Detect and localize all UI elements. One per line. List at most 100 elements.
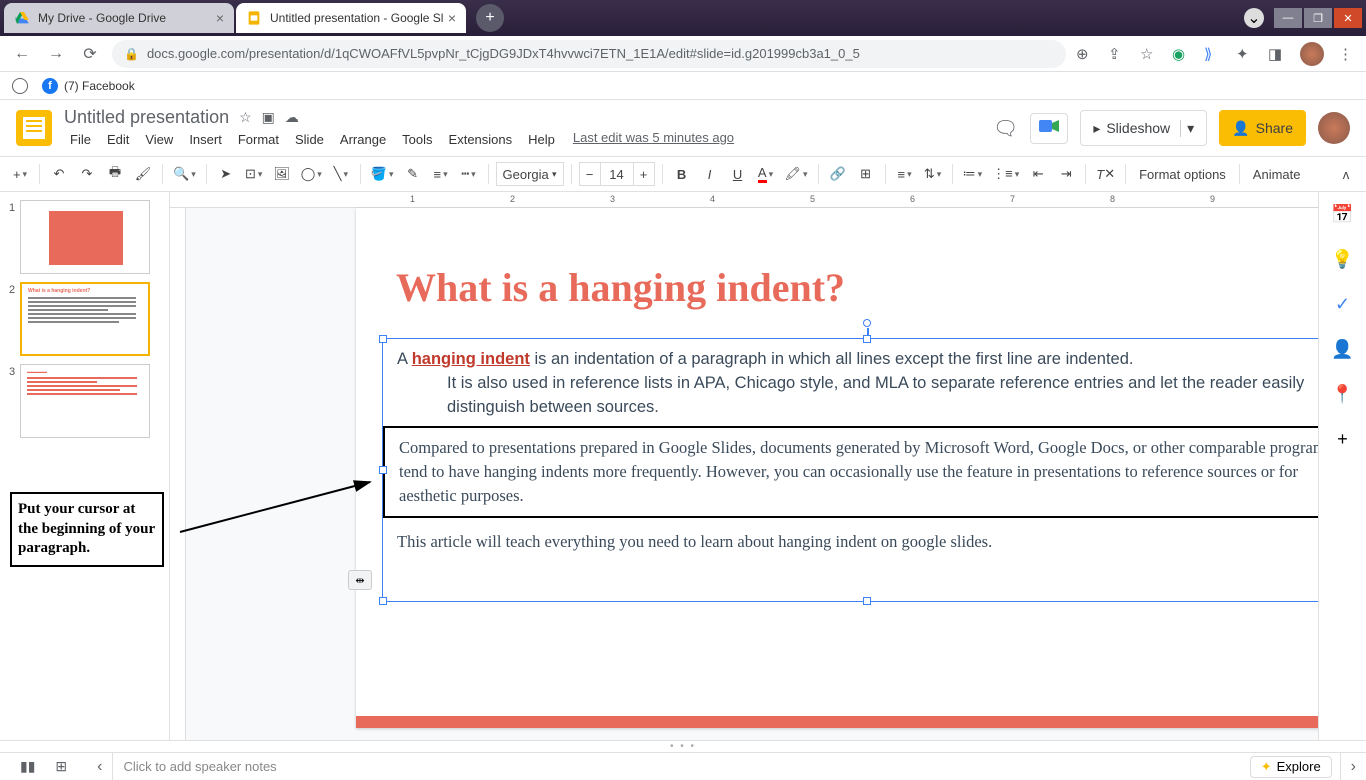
animate-button[interactable]: Animate (1247, 161, 1307, 187)
menu-tools[interactable]: Tools (396, 130, 438, 149)
slide-thumbnail-3[interactable]: ▬▬▬▬▬ (20, 364, 150, 438)
menu-insert[interactable]: Insert (183, 130, 228, 149)
highlight-button[interactable]: 🖍 (782, 161, 811, 187)
font-size-input[interactable]: 14 (601, 162, 633, 186)
undo-button[interactable]: ↶ (47, 161, 71, 187)
decrease-font-button[interactable]: − (579, 162, 601, 186)
slides-logo[interactable] (16, 110, 52, 146)
cast-icon[interactable]: ⟫ (1204, 45, 1222, 63)
font-family-select[interactable]: Georgia▾ (496, 162, 564, 186)
bookmark-facebook[interactable]: f(7) Facebook (42, 78, 135, 94)
collapse-panel-button[interactable]: ‹ (87, 753, 113, 780)
zoom-button[interactable]: 🔍 (170, 161, 199, 187)
extensions-icon[interactable]: ✦ (1236, 45, 1254, 63)
text-color-button[interactable]: A (754, 161, 778, 187)
meet-button[interactable] (1030, 113, 1068, 144)
close-icon[interactable]: × (216, 10, 224, 26)
collapse-toolbar-button[interactable]: ʌ (1334, 161, 1358, 187)
menu-help[interactable]: Help (522, 130, 561, 149)
resize-handle[interactable] (379, 335, 387, 343)
numbered-list-button[interactable]: ≔ (960, 161, 986, 187)
maps-icon[interactable]: 📍 (1331, 384, 1353, 405)
menu-view[interactable]: View (139, 130, 179, 149)
zoom-icon[interactable]: ⊕ (1076, 45, 1094, 63)
border-weight-button[interactable]: ≡ (429, 161, 453, 187)
grid-view-button[interactable]: ⊞ (55, 758, 67, 775)
underline-button[interactable]: U (726, 161, 750, 187)
last-edit-link[interactable]: Last edit was 5 minutes ago (573, 130, 734, 149)
star-doc-icon[interactable]: ☆ (239, 109, 252, 126)
menu-arrange[interactable]: Arrange (334, 130, 392, 149)
vertical-ruler[interactable] (170, 208, 186, 740)
reload-button[interactable]: ⟳ (78, 42, 102, 66)
increase-indent-button[interactable]: ⇥ (1054, 161, 1078, 187)
border-color-button[interactable]: ✎ (401, 161, 425, 187)
browser-tab-slides[interactable]: Untitled presentation - Google Sl × (236, 3, 466, 33)
extension-icon-1[interactable]: ◉ (1172, 45, 1190, 63)
address-bar[interactable]: 🔒 docs.google.com/presentation/d/1qCWOAF… (112, 40, 1066, 68)
filmstrip-view-button[interactable]: ▮▮ (20, 758, 35, 775)
insert-link-button[interactable]: 🔗 (826, 161, 850, 187)
menu-format[interactable]: Format (232, 130, 285, 149)
menu-edit[interactable]: Edit (101, 130, 135, 149)
select-tool[interactable]: ➤ (214, 161, 238, 187)
forward-button[interactable]: → (44, 42, 68, 66)
menu-file[interactable]: File (64, 130, 97, 149)
redo-button[interactable]: ↷ (75, 161, 99, 187)
slide-title[interactable]: What is a hanging indent? (396, 264, 845, 311)
window-close-button[interactable]: ✕ (1334, 8, 1362, 28)
horizontal-ruler[interactable]: 123456789 (170, 192, 1318, 208)
account-avatar[interactable] (1318, 112, 1350, 144)
insert-comment-button[interactable]: ⊞ (854, 161, 878, 187)
shape-tool[interactable]: ◯ (298, 161, 325, 187)
document-title[interactable]: Untitled presentation (64, 107, 229, 128)
paragraph-1[interactable]: A hanging indent is an indentation of a … (383, 339, 1318, 420)
slide-canvas[interactable]: What is a hanging indent? A hanging inde… (356, 208, 1318, 728)
chevron-down-icon[interactable]: ▾ (1180, 120, 1194, 137)
calendar-icon[interactable]: 📅 (1331, 204, 1353, 225)
bulleted-list-button[interactable]: ⋮≡ (989, 161, 1022, 187)
maximize-button[interactable]: ❐ (1304, 8, 1332, 28)
new-tab-button[interactable]: + (476, 4, 504, 32)
close-icon[interactable]: × (448, 10, 456, 26)
menu-extensions[interactable]: Extensions (443, 130, 519, 149)
decrease-indent-button[interactable]: ⇤ (1026, 161, 1050, 187)
resize-handle[interactable] (863, 597, 871, 605)
share-page-icon[interactable]: ⇪ (1108, 45, 1126, 63)
resize-handle[interactable] (379, 597, 387, 605)
border-dash-button[interactable]: ┅ (457, 161, 481, 187)
bookmark-blank[interactable] (12, 78, 28, 94)
line-tool[interactable]: ╲ (329, 161, 353, 187)
browser-tab-drive[interactable]: My Drive - Google Drive × (4, 3, 234, 33)
menu-icon[interactable]: ⋮ (1338, 45, 1356, 63)
account-chevron[interactable]: ⌄ (1244, 8, 1264, 28)
move-doc-icon[interactable]: ▣ (262, 109, 275, 126)
line-spacing-button[interactable]: ⇅ (921, 161, 945, 187)
back-button[interactable]: ← (10, 42, 34, 66)
format-options-button[interactable]: Format options (1133, 161, 1232, 187)
textbox-tool[interactable]: ⊡ (242, 161, 266, 187)
text-box-selected[interactable]: A hanging indent is an indentation of a … (382, 338, 1318, 602)
slide-thumbnail-1[interactable] (20, 200, 150, 274)
slideshow-button[interactable]: ▸Slideshow▾ (1080, 110, 1207, 146)
comments-button[interactable]: 🗨 (993, 116, 1018, 141)
notes-resize-grip[interactable]: • • • (0, 740, 1366, 752)
speaker-notes-input[interactable]: Click to add speaker notes (113, 759, 1249, 774)
new-slide-button[interactable]: + (8, 161, 32, 187)
rotate-handle[interactable] (863, 319, 871, 327)
clear-formatting-button[interactable]: T✕ (1093, 161, 1118, 187)
italic-button[interactable]: I (698, 161, 722, 187)
fill-color-button[interactable]: 🪣 (368, 161, 397, 187)
increase-font-button[interactable]: + (633, 162, 655, 186)
resize-handle[interactable] (379, 466, 387, 474)
contacts-icon[interactable]: 👤 (1331, 339, 1353, 360)
add-addon-icon[interactable]: + (1337, 429, 1348, 450)
menu-slide[interactable]: Slide (289, 130, 330, 149)
paragraph-3[interactable]: This article will teach everything you n… (383, 522, 1318, 554)
keep-icon[interactable]: 💡 (1331, 249, 1353, 270)
share-button[interactable]: 👤Share (1219, 110, 1306, 146)
hanging-indent-link[interactable]: hanging indent (412, 350, 530, 368)
side-panel-icon[interactable]: ◨ (1268, 45, 1286, 63)
print-button[interactable]: 🖶 (103, 161, 127, 187)
paragraph-2[interactable]: Compared to presentations prepared in Go… (399, 436, 1318, 508)
